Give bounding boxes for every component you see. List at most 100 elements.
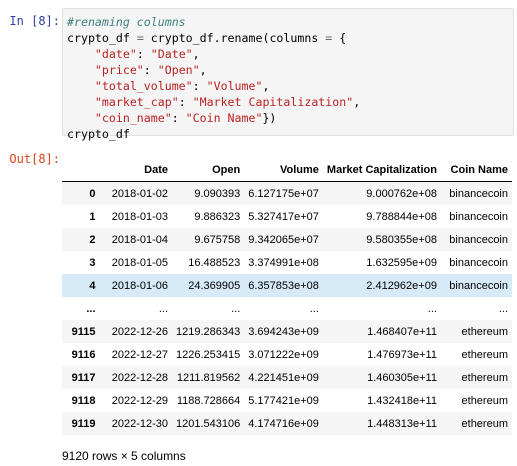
output-prompt: Out[8]: [9, 152, 60, 166]
cell-coin-name: ethereum [461, 348, 508, 361]
table-row: 4 2018-01-06 24.369905 6.357853e+08 2.412962… [62, 274, 512, 297]
code-mapping-key: "coin_name" [94, 111, 172, 125]
cell-volume: 6.357853e+08 [248, 279, 319, 292]
code-line-mapping: "price": "Open", [94, 63, 207, 77]
cell-volume: 5.327417e+07 [248, 210, 319, 223]
input-prompt: In [8]: [9, 14, 60, 28]
code-mapping-lines: "date": "Date", "price": "Open", "total_… [67, 46, 509, 126]
row-index: 4 [89, 279, 96, 292]
table-row: 9117 2022-12-28 1211.819562 4.221451e+09 1.4… [62, 366, 512, 389]
row-index: 1 [89, 210, 96, 223]
cell-date: 2018-01-04 [111, 233, 169, 246]
table-row: .................. [62, 297, 512, 320]
cell-volume: 6.127175e+07 [248, 187, 319, 200]
cell-open: ... [231, 302, 241, 315]
cell-market-capitalization: 9.788844e+08 [366, 210, 437, 223]
cell-date: 2022-12-28 [111, 371, 169, 384]
row-index: 9116 [71, 348, 96, 361]
cell-market-capitalization: 2.412962e+09 [366, 279, 437, 292]
code-mapping-key: "market_cap" [94, 95, 179, 109]
cell-volume: 5.177421e+09 [248, 394, 319, 407]
row-index: 0 [89, 187, 96, 200]
cell-date: 2018-01-06 [111, 279, 169, 292]
code-mapping-value: "Coin Name" [185, 111, 263, 125]
cell-volume: 3.071222e+09 [248, 348, 319, 361]
cell-open: 9.675758 [194, 233, 241, 246]
code-mapping-value: "Volume" [206, 79, 263, 93]
cell-volume: ... [309, 302, 319, 315]
code-result-variable: crypto_df [67, 127, 130, 141]
cell-date: 2022-12-26 [111, 325, 169, 338]
code-mapping-value: "Date" [150, 47, 193, 61]
cell-market-capitalization: 9.000762e+08 [366, 187, 437, 200]
cell-volume: 4.221451e+09 [248, 371, 319, 384]
cell-market-capitalization: 1.448313e+11 [367, 417, 437, 430]
cell-date: 2018-01-03 [111, 210, 169, 223]
table-row: 9115 2022-12-26 1219.286343 3.694243e+09 1.4… [62, 320, 512, 343]
cell-open: 9.886323 [194, 210, 241, 223]
cell-market-capitalization: 1.468407e+11 [367, 325, 437, 338]
cell-date: 2022-12-30 [111, 417, 169, 430]
cell-open: 1201.543106 [176, 417, 241, 430]
cell-date: 2022-12-29 [111, 394, 169, 407]
table-row: 3 2018-01-05 16.488523 3.374991e+08 1.632595… [62, 251, 512, 274]
code-line-mapping: "total_volume": "Volume", [94, 79, 270, 93]
cell-coin-name: binancecoin [449, 256, 508, 269]
code-line-rename-call: crypto_df = crypto_df.rename(columns = { [67, 30, 509, 46]
cell-coin-name: ... [498, 302, 508, 315]
cell-open: 9.090393 [194, 187, 241, 200]
table-row: 0 2018-01-02 9.090393 6.127175e+07 9.000762e… [62, 181, 512, 205]
column-header-coin-name: Coin Name [440, 158, 512, 182]
code-open-brace: { [339, 31, 347, 45]
cell-market-capitalization: 1.632595e+09 [366, 256, 437, 269]
code-line-result: crypto_df [67, 126, 509, 142]
row-index: ... [86, 302, 96, 315]
table-row: 1 2018-01-03 9.886323 5.327417e+07 9.788844e… [62, 205, 512, 228]
cell-open: 1219.286343 [176, 325, 241, 338]
cell-date: 2018-01-05 [111, 256, 169, 269]
dataframe-table: Date Open Volume Market Capitalization C… [62, 158, 512, 435]
code-mapping-key: "price" [94, 63, 144, 77]
code-line-mapping: "date": "Date", [94, 47, 200, 61]
cell-coin-name: binancecoin [449, 210, 508, 223]
column-header-open: Open [172, 158, 245, 182]
column-header-index [62, 158, 100, 182]
cell-coin-name: ethereum [461, 371, 508, 384]
row-index: 9117 [71, 371, 96, 384]
code-mapping-value: "Market Capitalization" [192, 95, 354, 109]
cell-market-capitalization: 9.580355e+08 [366, 233, 437, 246]
row-index: 9118 [71, 394, 96, 407]
code-comment: #renaming columns [67, 15, 186, 29]
cell-coin-name: binancecoin [449, 279, 508, 292]
cell-open: 16.488523 [188, 256, 241, 269]
cell-market-capitalization: ... [427, 302, 437, 315]
dataframe-shape-summary: 9120 rows × 5 columns [62, 449, 186, 463]
column-header-date: Date [99, 158, 173, 182]
dataframe-header-row: Date Open Volume Market Capitalization C… [62, 158, 512, 182]
table-row: 2 2018-01-04 9.675758 9.342065e+07 9.580355e… [62, 228, 512, 251]
table-row: 9118 2022-12-29 1188.728664 5.177421e+09 1.4… [62, 389, 512, 412]
cell-volume: 3.374991e+08 [248, 256, 319, 269]
column-header-market-capitalization: Market Capitalization [322, 158, 441, 182]
cell-open: 1226.253415 [176, 348, 241, 361]
code-keyword-operator: = [325, 31, 333, 45]
cell-volume: 9.342065e+07 [248, 233, 319, 246]
code-cell-editor[interactable]: #renaming columns crypto_df = crypto_df.… [62, 8, 514, 141]
cell-market-capitalization: 1.476973e+11 [367, 348, 437, 361]
cell-coin-name: binancecoin [449, 233, 508, 246]
dataframe-body: 0 2018-01-02 9.090393 6.127175e+07 9.000762e… [62, 181, 512, 435]
code-line-mapping: "market_cap": "Market Capitalization", [94, 95, 361, 109]
cell-open: 1211.819562 [176, 371, 241, 384]
code-assign-operator: = [136, 31, 144, 45]
cell-open: 24.369905 [188, 279, 241, 292]
cell-volume: 3.694243e+09 [248, 325, 319, 338]
row-index: 3 [89, 256, 96, 269]
cell-open: 1188.728664 [176, 394, 241, 407]
row-index: 9119 [71, 417, 96, 430]
table-row: 9116 2022-12-27 1226.253415 3.071222e+09 1.4… [62, 343, 512, 366]
column-header-volume: Volume [244, 158, 323, 182]
cell-coin-name: ethereum [461, 325, 508, 338]
cell-coin-name: binancecoin [449, 187, 508, 200]
row-index: 9115 [71, 325, 96, 338]
cell-coin-name: ethereum [461, 417, 508, 430]
